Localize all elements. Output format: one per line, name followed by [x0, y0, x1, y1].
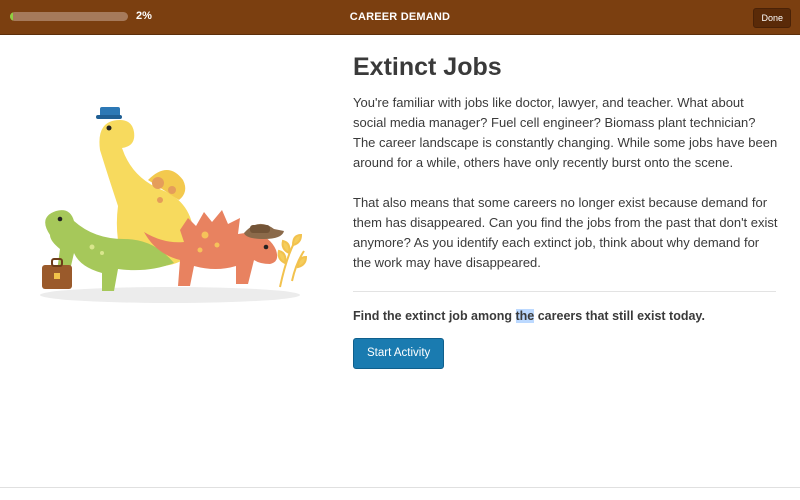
main-content: Extinct Jobs You're familiar with jobs l… — [353, 50, 778, 369]
bottom-divider — [0, 487, 800, 488]
top-bar: 2% CAREER DEMAND Done — [0, 0, 800, 35]
page-heading: Extinct Jobs — [353, 53, 502, 81]
instruction-text-end: careers that still exist today. — [534, 309, 705, 323]
dinosaurs-illustration — [40, 107, 308, 303]
wheat — [277, 233, 308, 288]
intro-paragraph: You're familiar with jobs like doctor, l… — [353, 95, 778, 170]
highlighted-word: the — [515, 309, 535, 323]
instruction-text-start: Find the extinct job among — [353, 309, 516, 323]
intro-paragraph-2: That also means that some careers no lon… — [353, 195, 778, 270]
start-activity-button[interactable]: Start Activity — [353, 338, 445, 369]
page-title: CAREER DEMAND — [349, 11, 451, 23]
instruction-text: Find the extinct job among the careers t… — [353, 309, 778, 323]
divider — [353, 291, 776, 292]
ground-shadow — [40, 287, 300, 303]
done-button[interactable]: Done — [753, 8, 791, 28]
